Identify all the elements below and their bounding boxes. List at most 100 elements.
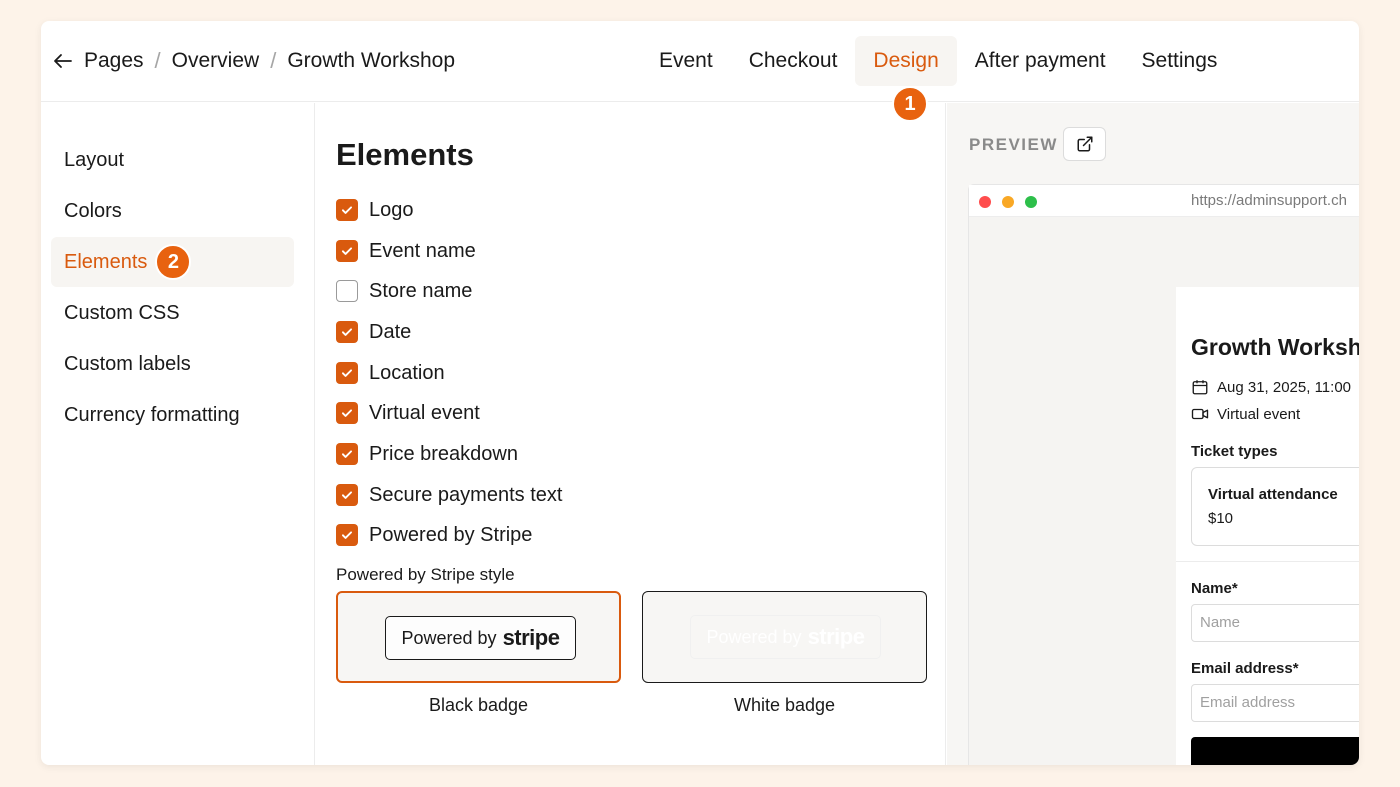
email-field-label: Email address* <box>1191 660 1299 677</box>
checkbox-row-price-breakdown[interactable]: Price breakdown <box>336 441 518 467</box>
checkbox-row-store-name[interactable]: Store name <box>336 278 472 304</box>
tab-checkout[interactable]: Checkout <box>731 36 856 86</box>
checkbox-checked[interactable] <box>336 362 358 384</box>
checkbox-checked[interactable] <box>336 524 358 546</box>
ticket-price: $10 <box>1208 510 1234 527</box>
checkbox-row-powered-by-stripe[interactable]: Powered by Stripe <box>336 522 532 548</box>
check-icon <box>341 491 353 499</box>
browser-toolbar: https://adminsupport.ch <box>969 185 1359 217</box>
checkbox-checked[interactable] <box>336 443 358 465</box>
sidebar-item-colors[interactable]: Colors <box>51 186 294 236</box>
breadcrumb-overview[interactable]: Overview <box>172 49 260 73</box>
sidebar-item-layout[interactable]: Layout <box>51 135 294 185</box>
checkbox-checked[interactable] <box>336 402 358 424</box>
panel-title: Elements <box>336 137 474 172</box>
name-field-label: Name* <box>1191 580 1238 597</box>
checkbox-row-date[interactable]: Date <box>336 319 411 345</box>
sidebar-item-label: Layout <box>64 148 125 171</box>
tab-settings[interactable]: Settings <box>1124 36 1236 86</box>
open-preview-button[interactable] <box>1063 127 1106 161</box>
checkbox-label: Store name <box>369 279 473 302</box>
checkbox-label: Powered by Stripe <box>369 523 533 546</box>
sidebar-item-elements[interactable]: Elements 2 <box>51 237 294 287</box>
check-icon <box>341 450 353 458</box>
stripe-logo: stripe <box>807 624 865 649</box>
stripe-badge-preview: Powered by stripe <box>385 616 576 660</box>
elements-panel: Elements Logo Event name Store name Date Loc… <box>316 103 946 765</box>
checkbox-row-logo[interactable]: Logo <box>336 197 414 223</box>
checkbox-checked[interactable] <box>336 484 358 506</box>
checkbox-row-secure-payments-text[interactable]: Secure payments text <box>336 482 562 508</box>
preview-pane: PREVIEW https://adminsupport.ch Growth W… <box>947 103 1359 765</box>
black-badge-caption: Black badge <box>428 695 529 715</box>
white-badge-caption: White badge <box>733 695 836 715</box>
check-icon <box>341 247 353 255</box>
pay-button[interactable] <box>1191 737 1359 765</box>
top-bar: Pages / Overview / Growth Workshop Event… <box>41 21 1359 102</box>
maximize-dot-icon <box>1025 196 1037 208</box>
white-badge-option[interactable]: Powered by stripe <box>642 591 927 683</box>
checkbox-label: Secure payments text <box>369 483 563 506</box>
event-title: Growth Workshop <box>1191 334 1359 360</box>
checkbox-unchecked[interactable] <box>336 280 358 302</box>
tab-event[interactable]: Event <box>641 36 731 86</box>
checkbox-row-virtual-event[interactable]: Virtual event <box>336 400 480 426</box>
url-bar: https://adminsupport.ch <box>1191 192 1347 209</box>
event-date-text: Aug 31, 2025, 11:00 <box>1217 378 1352 396</box>
sidebar-item-label: Elements <box>64 250 148 273</box>
divider <box>1176 561 1359 562</box>
checkbox-checked[interactable] <box>336 240 358 262</box>
email-field[interactable]: Email address <box>1191 684 1359 722</box>
checkbox-checked[interactable] <box>336 199 358 221</box>
checkbox-label: Logo <box>369 198 414 221</box>
checkbox-label: Virtual event <box>369 401 480 424</box>
checkbox-label: Event name <box>369 239 476 262</box>
black-badge-option[interactable]: Powered by stripe <box>336 591 621 683</box>
minimize-dot-icon <box>1002 196 1014 208</box>
tab-after-payment[interactable]: After payment <box>957 36 1124 86</box>
badge-prefix: Powered by <box>401 627 497 648</box>
stripe-style-label: Powered by Stripe style <box>336 565 515 584</box>
badge-prefix: Powered by <box>706 626 802 647</box>
breadcrumb-separator: / <box>154 48 161 73</box>
checkbox-label: Price breakdown <box>369 442 518 465</box>
checkbox-row-location[interactable]: Location <box>336 360 445 386</box>
check-icon <box>341 328 353 336</box>
checkbox-row-event-name[interactable]: Event name <box>336 238 476 264</box>
checkout-card: Growth Workshop Aug 31, 2025, 11:00 Virt… <box>1176 287 1359 765</box>
breadcrumb: Pages / Overview / Growth Workshop <box>84 48 455 74</box>
app-window: Pages / Overview / Growth Workshop Event… <box>41 21 1359 765</box>
step-badge-2: 2 <box>155 244 192 280</box>
browser-mockup: https://adminsupport.ch Growth Workshop … <box>968 184 1359 765</box>
event-location-text: Virtual event <box>1217 405 1301 423</box>
name-field[interactable]: Name <box>1191 604 1359 642</box>
design-sidebar: Layout Colors Elements 2 Custom CSS Cust… <box>41 103 315 765</box>
close-dot-icon <box>979 196 991 208</box>
tab-bar: Event Checkout Design After payment Sett… <box>641 36 1235 86</box>
sidebar-item-custom-css[interactable]: Custom CSS <box>51 288 294 338</box>
ticket-name: Virtual attendance <box>1208 486 1338 503</box>
checkbox-checked[interactable] <box>336 321 358 343</box>
event-date: Aug 31, 2025, 11:00 <box>1191 378 1351 396</box>
video-icon <box>1191 408 1209 420</box>
back-arrow-icon[interactable] <box>51 49 75 73</box>
sidebar-item-label: Custom labels <box>64 352 191 375</box>
sidebar-item-label: Currency formatting <box>64 403 240 426</box>
tab-design[interactable]: Design <box>855 36 957 86</box>
ticket-types-label: Ticket types <box>1191 443 1278 460</box>
stripe-logo: stripe <box>502 625 560 650</box>
check-icon <box>341 409 353 417</box>
breadcrumb-pages[interactable]: Pages <box>84 49 144 73</box>
preview-label: PREVIEW <box>969 135 1058 154</box>
sidebar-item-label: Custom CSS <box>64 301 180 324</box>
sidebar-item-custom-labels[interactable]: Custom labels <box>51 339 294 389</box>
check-icon <box>341 369 353 377</box>
stripe-badge-preview: Powered by stripe <box>690 615 881 659</box>
check-icon <box>341 206 353 214</box>
event-location: Virtual event <box>1191 405 1300 423</box>
sidebar-item-currency-formatting[interactable]: Currency formatting <box>51 390 294 440</box>
ticket-option[interactable]: Virtual attendance $10 <box>1191 467 1359 546</box>
external-link-icon <box>1077 136 1092 152</box>
breadcrumb-separator: / <box>270 48 277 73</box>
sidebar-item-label: Colors <box>64 199 122 222</box>
